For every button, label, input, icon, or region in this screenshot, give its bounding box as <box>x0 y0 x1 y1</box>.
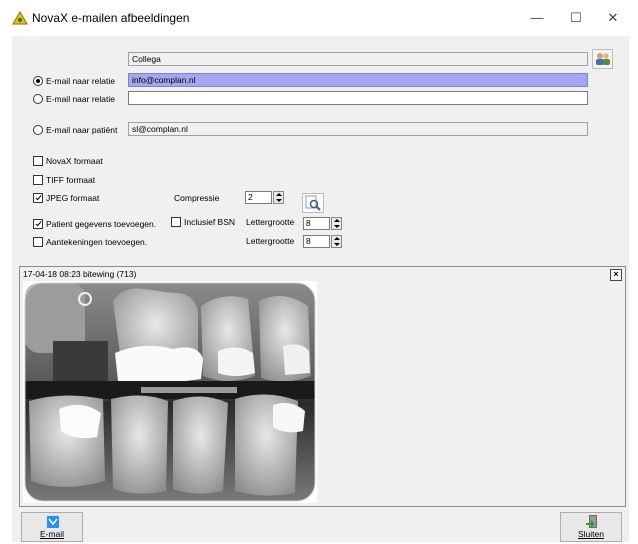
compression-spinner[interactable] <box>273 191 284 204</box>
radio-email-patient-label: E-mail naar patiënt <box>46 125 118 135</box>
preview-button[interactable] <box>302 193 324 213</box>
patient-data-label: Patient gegevens toevoegen. <box>46 219 157 229</box>
close-window-button[interactable]: ✕ <box>598 8 628 28</box>
jpeg-format-label: JPEG formaat <box>46 193 100 203</box>
checkbox-notes[interactable] <box>33 237 43 247</box>
include-bsn-label: Inclusief BSN <box>184 217 236 227</box>
radio-email-relation-2-label: E-mail naar relatie <box>46 94 115 104</box>
email-relation-2-field[interactable] <box>128 91 588 105</box>
email-button[interactable]: E-mail <box>21 512 83 542</box>
close-button-label: Sluiten <box>578 529 604 539</box>
radio-email-relation-1-label: E-mail naar relatie <box>46 76 115 86</box>
patient-fontsize-input[interactable]: 8 <box>303 217 330 230</box>
radio-email-relation-2[interactable] <box>33 94 43 104</box>
notes-fontsize-input[interactable]: 8 <box>303 235 330 248</box>
bitewing-radiograph <box>24 282 316 502</box>
window-title: NovaX e-mailen afbeeldingen <box>32 11 190 25</box>
notes-label: Aantekeningen toevoegen. <box>46 237 148 247</box>
xray-image <box>23 281 317 503</box>
compression-label: Compressie <box>174 193 220 203</box>
compression-input[interactable]: 2 <box>245 191 272 204</box>
email-patient-field[interactable]: sl@complan.nl <box>128 122 588 136</box>
recipient-name-field[interactable]: Collega <box>128 52 588 66</box>
checkbox-patient-data[interactable] <box>33 219 43 229</box>
patient-fontsize-label: Lettergrootte <box>246 217 295 227</box>
email-relation-1-field[interactable]: info@complan.nl <box>128 73 588 87</box>
image-caption: 17-04-18 08:23 bitewing (713) <box>23 269 137 279</box>
close-dialog-button[interactable]: Sluiten <box>560 512 622 542</box>
magnifier-icon <box>305 195 321 211</box>
tiff-format-label: TIFF formaat <box>46 175 96 185</box>
maximize-button[interactable]: ☐ <box>561 8 591 28</box>
email-send-icon <box>47 516 59 528</box>
address-book-button[interactable] <box>592 49 613 69</box>
notes-fontsize-spinner[interactable] <box>331 235 342 248</box>
radio-email-patient[interactable] <box>33 125 43 135</box>
email-button-label: E-mail <box>39 529 65 539</box>
checkbox-tiff-format[interactable] <box>33 175 43 185</box>
checkbox-jpeg-format[interactable] <box>33 193 43 203</box>
novax-format-label: NovaX formaat <box>46 156 103 166</box>
minimize-button[interactable]: — <box>522 8 552 28</box>
image-panel: 17-04-18 08:23 bitewing (713) × <box>19 266 626 507</box>
exit-door-icon <box>586 515 597 528</box>
close-image-button[interactable]: × <box>610 269 622 281</box>
title-bar: NovaX e-mailen afbeeldingen — ☐ ✕ <box>0 0 638 36</box>
checkbox-include-bsn[interactable] <box>171 217 181 227</box>
novax-logo-icon <box>12 11 28 25</box>
checkbox-novax-format[interactable] <box>33 156 43 166</box>
patient-fontsize-spinner[interactable] <box>331 217 342 230</box>
contacts-icon <box>596 53 610 65</box>
notes-fontsize-label: Lettergrootte <box>246 236 295 246</box>
radio-email-relation-1[interactable] <box>33 76 43 86</box>
